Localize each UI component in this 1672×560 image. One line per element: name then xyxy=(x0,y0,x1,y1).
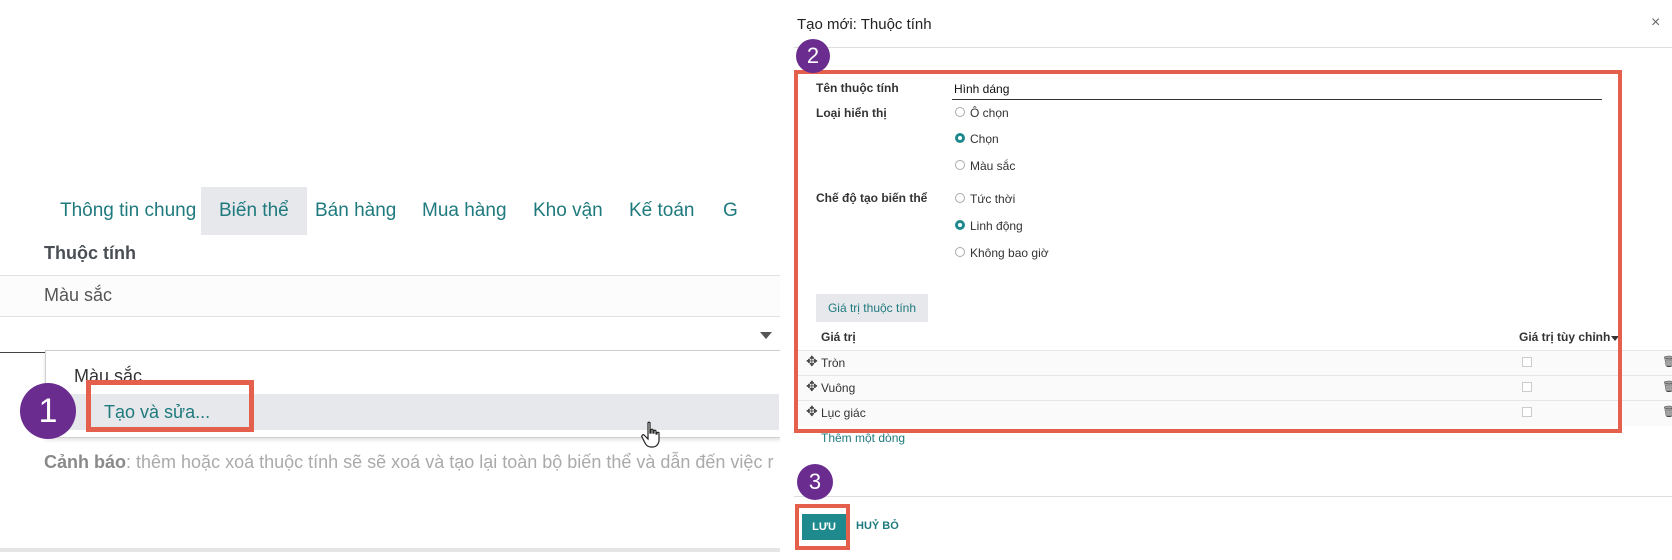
attribute-row-label: Màu sắc xyxy=(44,285,113,305)
callout-box-1 xyxy=(86,380,254,432)
close-icon[interactable]: × xyxy=(1651,14,1660,32)
hand-cursor-icon xyxy=(641,421,660,448)
tab-variants[interactable]: Biến thể xyxy=(201,187,307,235)
attribute-row[interactable]: Màu sắc xyxy=(0,275,780,317)
warning-text: : thêm hoặc xoá thuộc tính sẽ sẽ xoá và … xyxy=(126,452,774,472)
dialog-divider xyxy=(794,47,1672,48)
warning-message: Cảnh báo: thêm hoặc xoá thuộc tính sẽ sẽ… xyxy=(44,452,773,473)
tab-general-info[interactable]: Thông tin chung xyxy=(60,187,196,235)
step-badge-1: 1 xyxy=(20,383,76,439)
dropdown-caret-icon[interactable] xyxy=(760,332,772,339)
footer-divider xyxy=(794,496,1672,497)
add-line-link[interactable]: Thêm một dòng xyxy=(821,431,905,445)
product-form-panel: Thông tin chung Biến thể Bán hàng Mua hà… xyxy=(0,0,780,560)
warning-label: Cảnh báo xyxy=(44,452,127,472)
step-badge-3: 3 xyxy=(797,464,833,500)
trash-icon[interactable]: 🗑 xyxy=(1662,355,1672,368)
callout-box-2 xyxy=(794,70,1622,433)
tab-accounting[interactable]: Kế toán xyxy=(629,187,695,235)
callout-box-3 xyxy=(795,504,850,550)
tab-inventory[interactable]: Kho vận xyxy=(533,187,603,235)
tab-truncated[interactable]: G xyxy=(723,187,738,235)
trash-icon[interactable]: 🗑 xyxy=(1662,405,1672,418)
dialog-title: Tạo mới: Thuộc tính xyxy=(797,16,932,33)
cancel-button[interactable]: HUỶ BỎ xyxy=(856,520,899,532)
trash-icon[interactable]: 🗑 xyxy=(1662,380,1672,393)
tab-sales[interactable]: Bán hàng xyxy=(315,187,396,235)
attribute-column-header: Thuộc tính xyxy=(44,243,136,263)
step-badge-2: 2 xyxy=(796,39,830,73)
tab-purchase[interactable]: Mua hàng xyxy=(422,187,507,235)
panel-bottom-border xyxy=(0,548,780,552)
